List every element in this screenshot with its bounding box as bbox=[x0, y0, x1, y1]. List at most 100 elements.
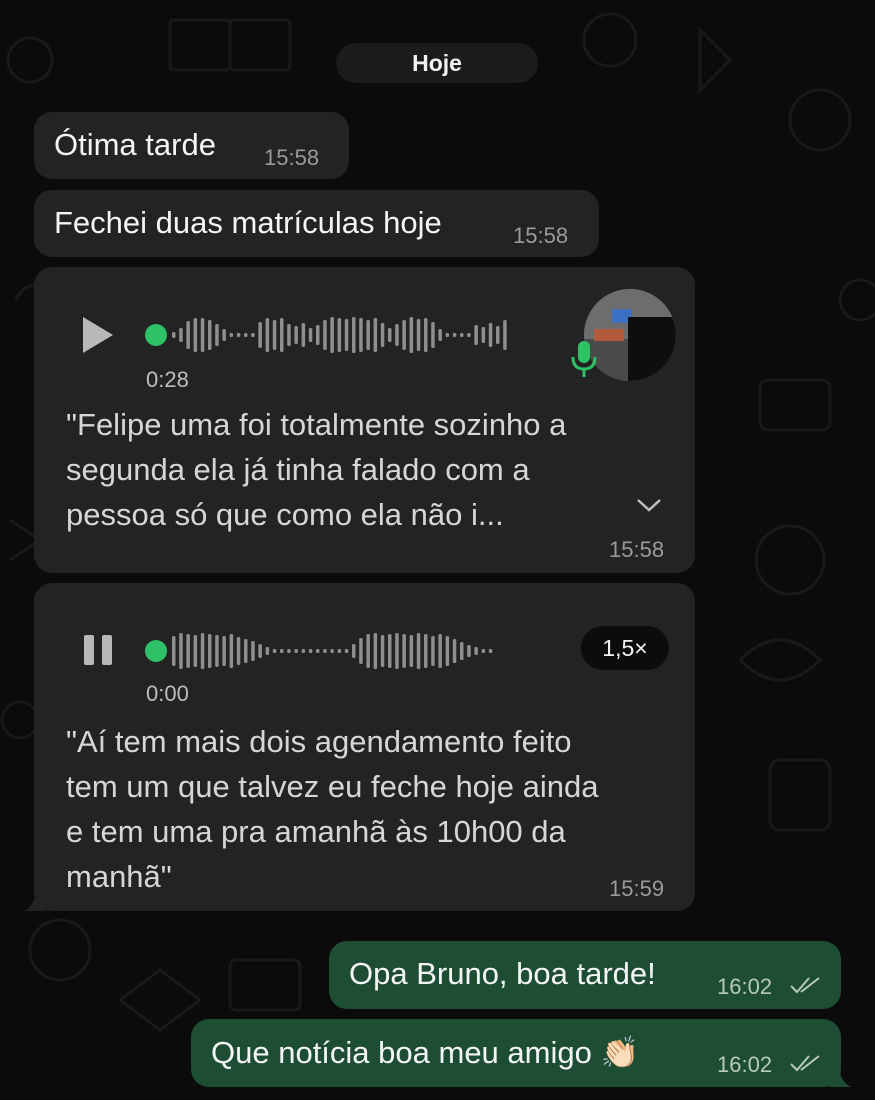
waveform-bar bbox=[460, 642, 464, 660]
waveform-bar bbox=[452, 333, 457, 337]
voice-duration: 0:28 bbox=[146, 367, 189, 392]
voice-message-bubble[interactable]: 1,5× 0:00 "Aí tem mais dois agendamento … bbox=[34, 583, 695, 911]
waveform-bar bbox=[438, 329, 442, 341]
waveform-bar bbox=[186, 634, 190, 668]
transcript-line: manhã" bbox=[66, 859, 172, 894]
waveform-bar bbox=[424, 634, 428, 668]
waveform-bar bbox=[445, 636, 450, 666]
message-text: Opa Bruno, boa tarde! bbox=[349, 956, 656, 991]
waveform-bar bbox=[337, 649, 342, 653]
waveform-bar bbox=[179, 328, 183, 342]
waveform-bar bbox=[323, 320, 327, 350]
waveform-bar bbox=[229, 333, 234, 337]
message-bubble-incoming[interactable]: Fechei duas matrículas hoje 15:58 bbox=[34, 190, 599, 257]
waveform-bar bbox=[200, 318, 205, 352]
waveform-bar bbox=[272, 649, 277, 653]
waveform-bar bbox=[244, 333, 248, 337]
transcript-line: pessoa só que como ela não i... bbox=[66, 497, 504, 532]
waveform-bar bbox=[373, 633, 378, 669]
waveform-bar bbox=[330, 317, 334, 353]
waveform-bar bbox=[445, 333, 450, 337]
voice-waveform[interactable] bbox=[144, 627, 544, 675]
waveform-bar bbox=[373, 318, 378, 352]
waveform-bar bbox=[179, 633, 183, 669]
waveform-bar bbox=[186, 321, 190, 349]
transcript-line: segunda ela já tinha falado com a bbox=[66, 452, 530, 487]
waveform-bar bbox=[308, 328, 313, 342]
play-icon[interactable] bbox=[80, 315, 116, 355]
message-time: 15:59 bbox=[609, 876, 665, 901]
message-time: 16:02 bbox=[717, 1052, 773, 1077]
waveform-bar bbox=[438, 634, 442, 668]
microphone-icon bbox=[571, 341, 597, 377]
waveform-bar bbox=[388, 634, 392, 668]
waveform-bar bbox=[172, 332, 176, 338]
waveform-bar bbox=[416, 319, 421, 351]
waveform-bar bbox=[316, 649, 320, 653]
waveform-bar bbox=[172, 636, 176, 666]
waveform-bar bbox=[222, 329, 226, 341]
waveform-bar bbox=[344, 319, 349, 351]
waveform-bar bbox=[402, 634, 406, 668]
waveform-bar bbox=[193, 318, 198, 352]
waveform-bar bbox=[215, 324, 219, 346]
waveform-bar bbox=[251, 641, 255, 661]
waveform-bar bbox=[467, 333, 471, 337]
waveform-bar bbox=[301, 323, 306, 347]
waveform-bar bbox=[380, 323, 385, 347]
waveform-bar bbox=[409, 317, 414, 353]
waveform-bar bbox=[301, 649, 306, 653]
waveform-bar bbox=[316, 325, 320, 345]
double-check-icon bbox=[790, 1055, 820, 1072]
voice-message-bubble[interactable]: 0:28 "Felipe uma foi totalmente sozinho … bbox=[34, 267, 695, 573]
waveform-bar bbox=[229, 634, 234, 668]
waveform-bar bbox=[380, 635, 385, 667]
waveform-bar bbox=[258, 644, 262, 658]
waveform-bar bbox=[236, 637, 241, 665]
waveform-bar bbox=[481, 649, 486, 653]
waveform-bar bbox=[352, 317, 356, 353]
waveform-bar bbox=[488, 323, 493, 347]
waveform-bar bbox=[366, 634, 370, 668]
message-time: 15:58 bbox=[264, 145, 320, 170]
waveform-bar bbox=[337, 318, 342, 352]
waveform-bar bbox=[496, 326, 500, 344]
waveform-bar bbox=[474, 325, 478, 345]
playback-speed-button[interactable]: 1,5× bbox=[581, 626, 669, 670]
message-text: Fechei duas matrículas hoje bbox=[54, 205, 442, 240]
waveform-bar bbox=[280, 318, 284, 352]
waveform-bar bbox=[424, 318, 428, 352]
waveform-bar bbox=[280, 649, 284, 653]
playback-position-dot bbox=[145, 324, 167, 346]
double-check-icon bbox=[790, 977, 820, 994]
bubble-tail bbox=[24, 888, 46, 911]
message-bubble-incoming[interactable]: Ótima tarde 15:58 bbox=[34, 112, 349, 179]
message-text: Ótima tarde bbox=[54, 127, 216, 162]
waveform-bar bbox=[366, 320, 370, 350]
waveform-bar bbox=[344, 649, 349, 653]
waveform-bar bbox=[402, 320, 406, 350]
waveform-bar bbox=[359, 318, 363, 352]
waveform-bar bbox=[272, 320, 277, 350]
waveform-bar bbox=[431, 322, 435, 348]
message-time: 15:58 bbox=[513, 223, 569, 248]
message-bubble-outgoing[interactable]: Opa Bruno, boa tarde! 16:02 bbox=[329, 941, 841, 1009]
waveform-bar bbox=[251, 333, 255, 337]
waveform-bar bbox=[503, 320, 507, 350]
message-time: 15:58 bbox=[609, 537, 665, 562]
chevron-down-icon[interactable] bbox=[636, 497, 662, 513]
waveform-bar bbox=[395, 633, 399, 669]
waveform-bar bbox=[200, 633, 205, 669]
message-bubble-outgoing[interactable]: Que notícia boa meu amigo 👏🏻 16:02 bbox=[191, 1019, 841, 1087]
waveform-bar bbox=[474, 647, 478, 655]
waveform-bar bbox=[460, 333, 464, 337]
pause-icon[interactable] bbox=[82, 633, 114, 667]
waveform-bar bbox=[208, 634, 212, 668]
message-time: 16:02 bbox=[717, 974, 773, 999]
date-separator: Hoje bbox=[336, 43, 538, 83]
waveform-bar bbox=[236, 333, 241, 337]
waveform-bar bbox=[265, 647, 270, 655]
waveform-bar bbox=[452, 639, 457, 663]
waveform-bar bbox=[308, 649, 313, 653]
voice-waveform[interactable] bbox=[144, 311, 544, 359]
